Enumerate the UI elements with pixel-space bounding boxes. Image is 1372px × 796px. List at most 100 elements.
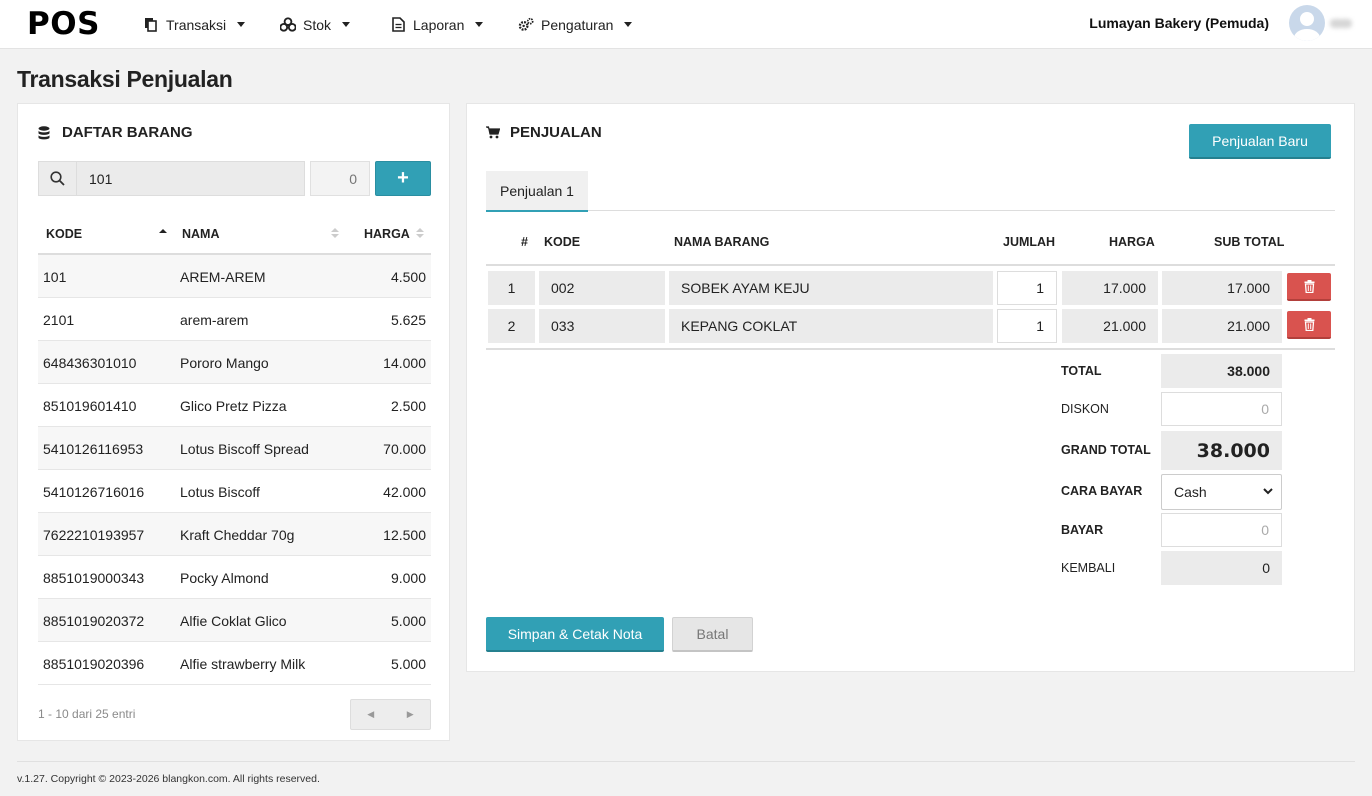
cell-harga: 42.000 xyxy=(383,484,426,500)
prev-page-button[interactable]: ◀ xyxy=(351,700,391,729)
column-header-nama[interactable]: NAMA xyxy=(182,227,220,241)
cell-nama-barang: SOBEK AYAM KEJU xyxy=(669,271,993,305)
table-row[interactable]: 2101 arem-arem 5.625 xyxy=(38,298,431,341)
column-header-harga: HARGA xyxy=(1109,235,1155,249)
sort-icon xyxy=(331,228,339,238)
cell-kode: 002 xyxy=(539,271,665,305)
cell-no: 1 xyxy=(488,271,535,305)
delete-row-button[interactable] xyxy=(1287,273,1331,301)
nav-menu-pengaturan[interactable]: Pengaturan xyxy=(518,0,633,49)
shopping-cart-icon xyxy=(486,125,500,140)
total-value: 38.000 xyxy=(1161,354,1282,388)
user-avatar[interactable] xyxy=(1289,5,1325,41)
cell-nama: Lotus Biscoff xyxy=(180,484,260,500)
table-row[interactable]: 648436301010 Pororo Mango 14.000 xyxy=(38,341,431,384)
user-name-blurred xyxy=(1330,19,1352,28)
panel-heading: PENJUALAN xyxy=(486,124,602,141)
cell-sub-total: 17.000 xyxy=(1162,271,1282,305)
database-icon xyxy=(38,125,52,140)
search-input[interactable] xyxy=(76,161,305,196)
cell-nama: Kraft Cheddar 70g xyxy=(180,527,295,543)
table-row[interactable]: 851019601410 Glico Pretz Pizza 2.500 xyxy=(38,384,431,427)
cell-harga: 5.625 xyxy=(390,312,426,328)
tab-penjualan-1[interactable]: Penjualan 1 xyxy=(486,171,588,212)
payment-method-select[interactable]: Cash xyxy=(1161,474,1282,510)
discount-input[interactable]: 0 xyxy=(1161,392,1282,426)
cell-sub-total: 21.000 xyxy=(1162,309,1282,343)
cell-nama: Alfie Coklat Glico xyxy=(180,613,287,629)
footer-copyright: v.1.27. Copyright © 2023-2026 blangkon.c… xyxy=(17,773,320,785)
cell-kode: 2101 xyxy=(43,312,75,328)
nav-menu-label: Laporan xyxy=(413,16,465,33)
panel-title: DAFTAR BARANG xyxy=(62,124,193,141)
cell-no: 2 xyxy=(488,309,535,343)
new-sale-button[interactable]: Penjualan Baru xyxy=(1189,124,1331,159)
column-header-no: # xyxy=(521,235,528,249)
caret-down-icon xyxy=(342,22,351,27)
diskon-label: DISKON xyxy=(1061,402,1109,416)
cell-harga: 4.500 xyxy=(390,269,426,285)
column-header-kode[interactable]: KODE xyxy=(46,227,82,241)
quantity-field[interactable]: 1 xyxy=(997,309,1057,343)
save-print-button[interactable]: Simpan & Cetak Nota xyxy=(486,617,664,652)
table-row[interactable]: 8851019020372 Alfie Coklat Glico 5.000 xyxy=(38,599,431,642)
cell-nama-barang: KEPANG COKLAT xyxy=(669,309,993,343)
delete-row-button[interactable] xyxy=(1287,311,1331,339)
cubes-icon xyxy=(280,17,296,33)
sales-panel: PENJUALAN Penjualan Baru Penjualan 1 # K… xyxy=(466,103,1355,672)
trash-icon xyxy=(1304,317,1314,331)
copy-icon xyxy=(143,17,159,33)
cell-harga: 12.500 xyxy=(383,527,426,543)
cell-nama: Alfie strawberry Milk xyxy=(180,656,306,672)
cell-nama: AREM-AREM xyxy=(180,269,266,285)
cogs-icon xyxy=(518,17,534,33)
kembali-label: KEMBALI xyxy=(1061,561,1116,575)
cell-harga: 70.000 xyxy=(383,441,426,457)
cell-kode: 5410126716016 xyxy=(43,484,145,500)
cell-kode: 8851019000343 xyxy=(43,570,145,586)
cell-kode: 033 xyxy=(539,309,665,343)
panel-heading: DAFTAR BARANG xyxy=(38,124,193,141)
cell-kode: 5410126116953 xyxy=(43,441,144,457)
store-name: Lumayan Bakery (Pemuda) xyxy=(1089,15,1269,31)
cart-divider xyxy=(486,348,1335,350)
items-table: KODE NAMA HARGA 101 AREM-AREM 4.500 2101… xyxy=(38,212,431,685)
file-text-icon xyxy=(390,17,406,33)
payment-amount-input[interactable]: 0 xyxy=(1161,513,1282,547)
table-row[interactable]: 7622210193957 Kraft Cheddar 70g 12.500 xyxy=(38,513,431,556)
table-row[interactable]: 8851019020396 Alfie strawberry Milk 5.00… xyxy=(38,642,431,685)
column-header-kode: KODE xyxy=(544,235,581,249)
cell-harga: 17.000 xyxy=(1062,271,1158,305)
cell-kode: 8851019020372 xyxy=(43,613,145,629)
table-row[interactable]: 8851019000343 Pocky Almond 9.000 xyxy=(38,556,431,599)
chevron-down-icon xyxy=(1263,488,1273,495)
nav-menu-label: Stok xyxy=(303,16,332,33)
cell-harga: 21.000 xyxy=(1062,309,1158,343)
add-item-button[interactable]: + xyxy=(375,161,431,196)
cart-table-header: # KODE NAMA BARANG JUMLAH HARGA SUB TOTA… xyxy=(486,229,1335,266)
next-page-button[interactable]: ▶ xyxy=(391,700,431,729)
column-header-sub-total: SUB TOTAL xyxy=(1214,235,1285,249)
table-row[interactable]: 5410126716016 Lotus Biscoff 42.000 xyxy=(38,470,431,513)
change-value: 0 xyxy=(1161,551,1282,585)
column-header-harga[interactable]: HARGA xyxy=(364,227,410,241)
cancel-button[interactable]: Batal xyxy=(672,617,753,652)
page-title: Transaksi Penjualan xyxy=(17,66,233,92)
cell-kode: 7622210193957 xyxy=(43,527,145,543)
table-row[interactable]: 5410126116953 Lotus Biscoff Spread 70.00… xyxy=(38,427,431,470)
pagination-info: 1 - 10 dari 25 entri xyxy=(38,707,136,721)
footer-divider xyxy=(17,761,1355,762)
nav-menu-label: Pengaturan xyxy=(541,16,614,33)
table-row[interactable]: 101 AREM-AREM 4.500 xyxy=(38,255,431,298)
brand-logo[interactable]: POS xyxy=(27,6,100,42)
nav-menu-laporan[interactable]: Laporan xyxy=(390,0,484,49)
quantity-field[interactable]: 1 xyxy=(997,271,1057,305)
cell-harga: 14.000 xyxy=(383,355,426,371)
cell-nama: arem-arem xyxy=(180,312,249,328)
cell-harga: 5.000 xyxy=(390,656,426,672)
quantity-input[interactable] xyxy=(310,161,370,196)
nav-menu-transaksi[interactable]: Transaksi xyxy=(143,0,246,49)
caret-down-icon xyxy=(237,22,246,27)
cell-kode: 101 xyxy=(43,269,67,285)
nav-menu-stok[interactable]: Stok xyxy=(280,0,351,49)
